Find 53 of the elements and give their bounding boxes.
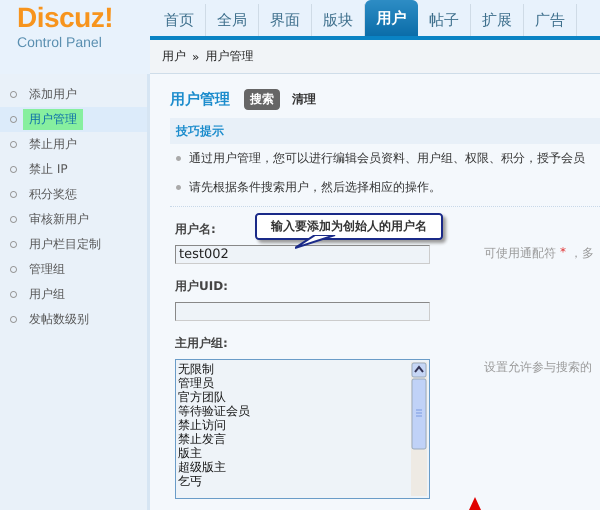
breadcrumb-separator: » — [192, 50, 200, 64]
bullet-icon — [10, 116, 17, 123]
page-title: 用户管理 — [170, 90, 230, 108]
list-option[interactable]: 禁止访问 — [178, 418, 411, 432]
field-hint: ，多 — [570, 245, 594, 262]
field-hint: 设置允许参与搜索的 — [484, 359, 592, 376]
list-option[interactable]: 无限制 — [178, 362, 411, 376]
sub-tab[interactable]: 搜索 — [244, 88, 280, 110]
bullet-icon — [176, 185, 181, 190]
bullet-icon — [10, 291, 17, 298]
sidebar-item[interactable]: 禁止 IP — [23, 159, 74, 180]
list-option[interactable]: 乞丐 — [178, 474, 411, 488]
bullet-icon — [10, 166, 17, 173]
sidebar-item[interactable]: 用户组 — [23, 284, 71, 305]
sidebar-item[interactable]: 禁止用户 — [23, 134, 83, 155]
wildcard-mark: * — [560, 245, 566, 261]
list-option[interactable]: 禁止发言 — [178, 432, 411, 446]
sidebar-item[interactable]: 用户栏目定制 — [23, 234, 107, 255]
nav-tab[interactable]: 用户 — [365, 0, 418, 36]
tip-text: 请先根据条件搜索用户，然后选择相应的操作。 — [189, 179, 441, 196]
list-option[interactable]: 管理员 — [178, 376, 411, 390]
tip-text: 通过用户管理，您可以进行编辑会员资料、用户组、权限、积分，授予会员 — [189, 150, 585, 167]
field-label: 用户名: — [175, 221, 216, 238]
list-option[interactable]: 版主 — [178, 446, 411, 460]
sidebar-item[interactable]: 添加用户 — [23, 84, 83, 105]
field-label: 用户UID: — [175, 278, 228, 295]
bullet-icon — [10, 241, 17, 248]
text-field[interactable]: test002 — [175, 245, 430, 264]
text-field[interactable] — [175, 302, 430, 321]
bullet-icon — [10, 266, 17, 273]
list-box[interactable]: 无限制 管理员 官方团队 等待验证会员 禁止访问 禁止发言 版主 超级版主 乞丐 — [175, 359, 430, 499]
logo-subtitle: Control Panel — [17, 34, 103, 50]
logo-wordmark: Discuz! — [17, 4, 114, 32]
list-option[interactable]: 官方团队 — [178, 390, 411, 404]
bullet-icon — [10, 191, 17, 198]
sidebar-item[interactable]: 发帖数级别 — [23, 309, 95, 330]
bullet-icon — [176, 156, 181, 161]
sidebar-item[interactable]: 用户管理 — [23, 109, 83, 130]
bullet-icon — [10, 91, 17, 98]
breadcrumb-link[interactable]: 用户 — [162, 48, 186, 65]
bullet-icon — [10, 141, 17, 148]
list-option[interactable]: 等待验证会员 — [178, 404, 411, 418]
sidebar-item[interactable]: 审核新用户 — [23, 209, 95, 230]
sidebar-item[interactable]: 积分奖惩 — [23, 184, 83, 205]
bullet-icon — [10, 216, 17, 223]
tips-header: 技巧提示 — [170, 118, 600, 144]
field-hint: 可使用通配符 — [484, 245, 556, 262]
bullet-icon — [10, 316, 17, 323]
list-option[interactable]: 超级版主 — [178, 460, 411, 474]
field-label: 主用户组: — [175, 335, 228, 352]
breadcrumb-link[interactable]: 用户管理 — [205, 48, 254, 65]
sidebar-item[interactable]: 管理组 — [23, 259, 71, 280]
sub-tab[interactable]: 清理 — [286, 88, 322, 110]
